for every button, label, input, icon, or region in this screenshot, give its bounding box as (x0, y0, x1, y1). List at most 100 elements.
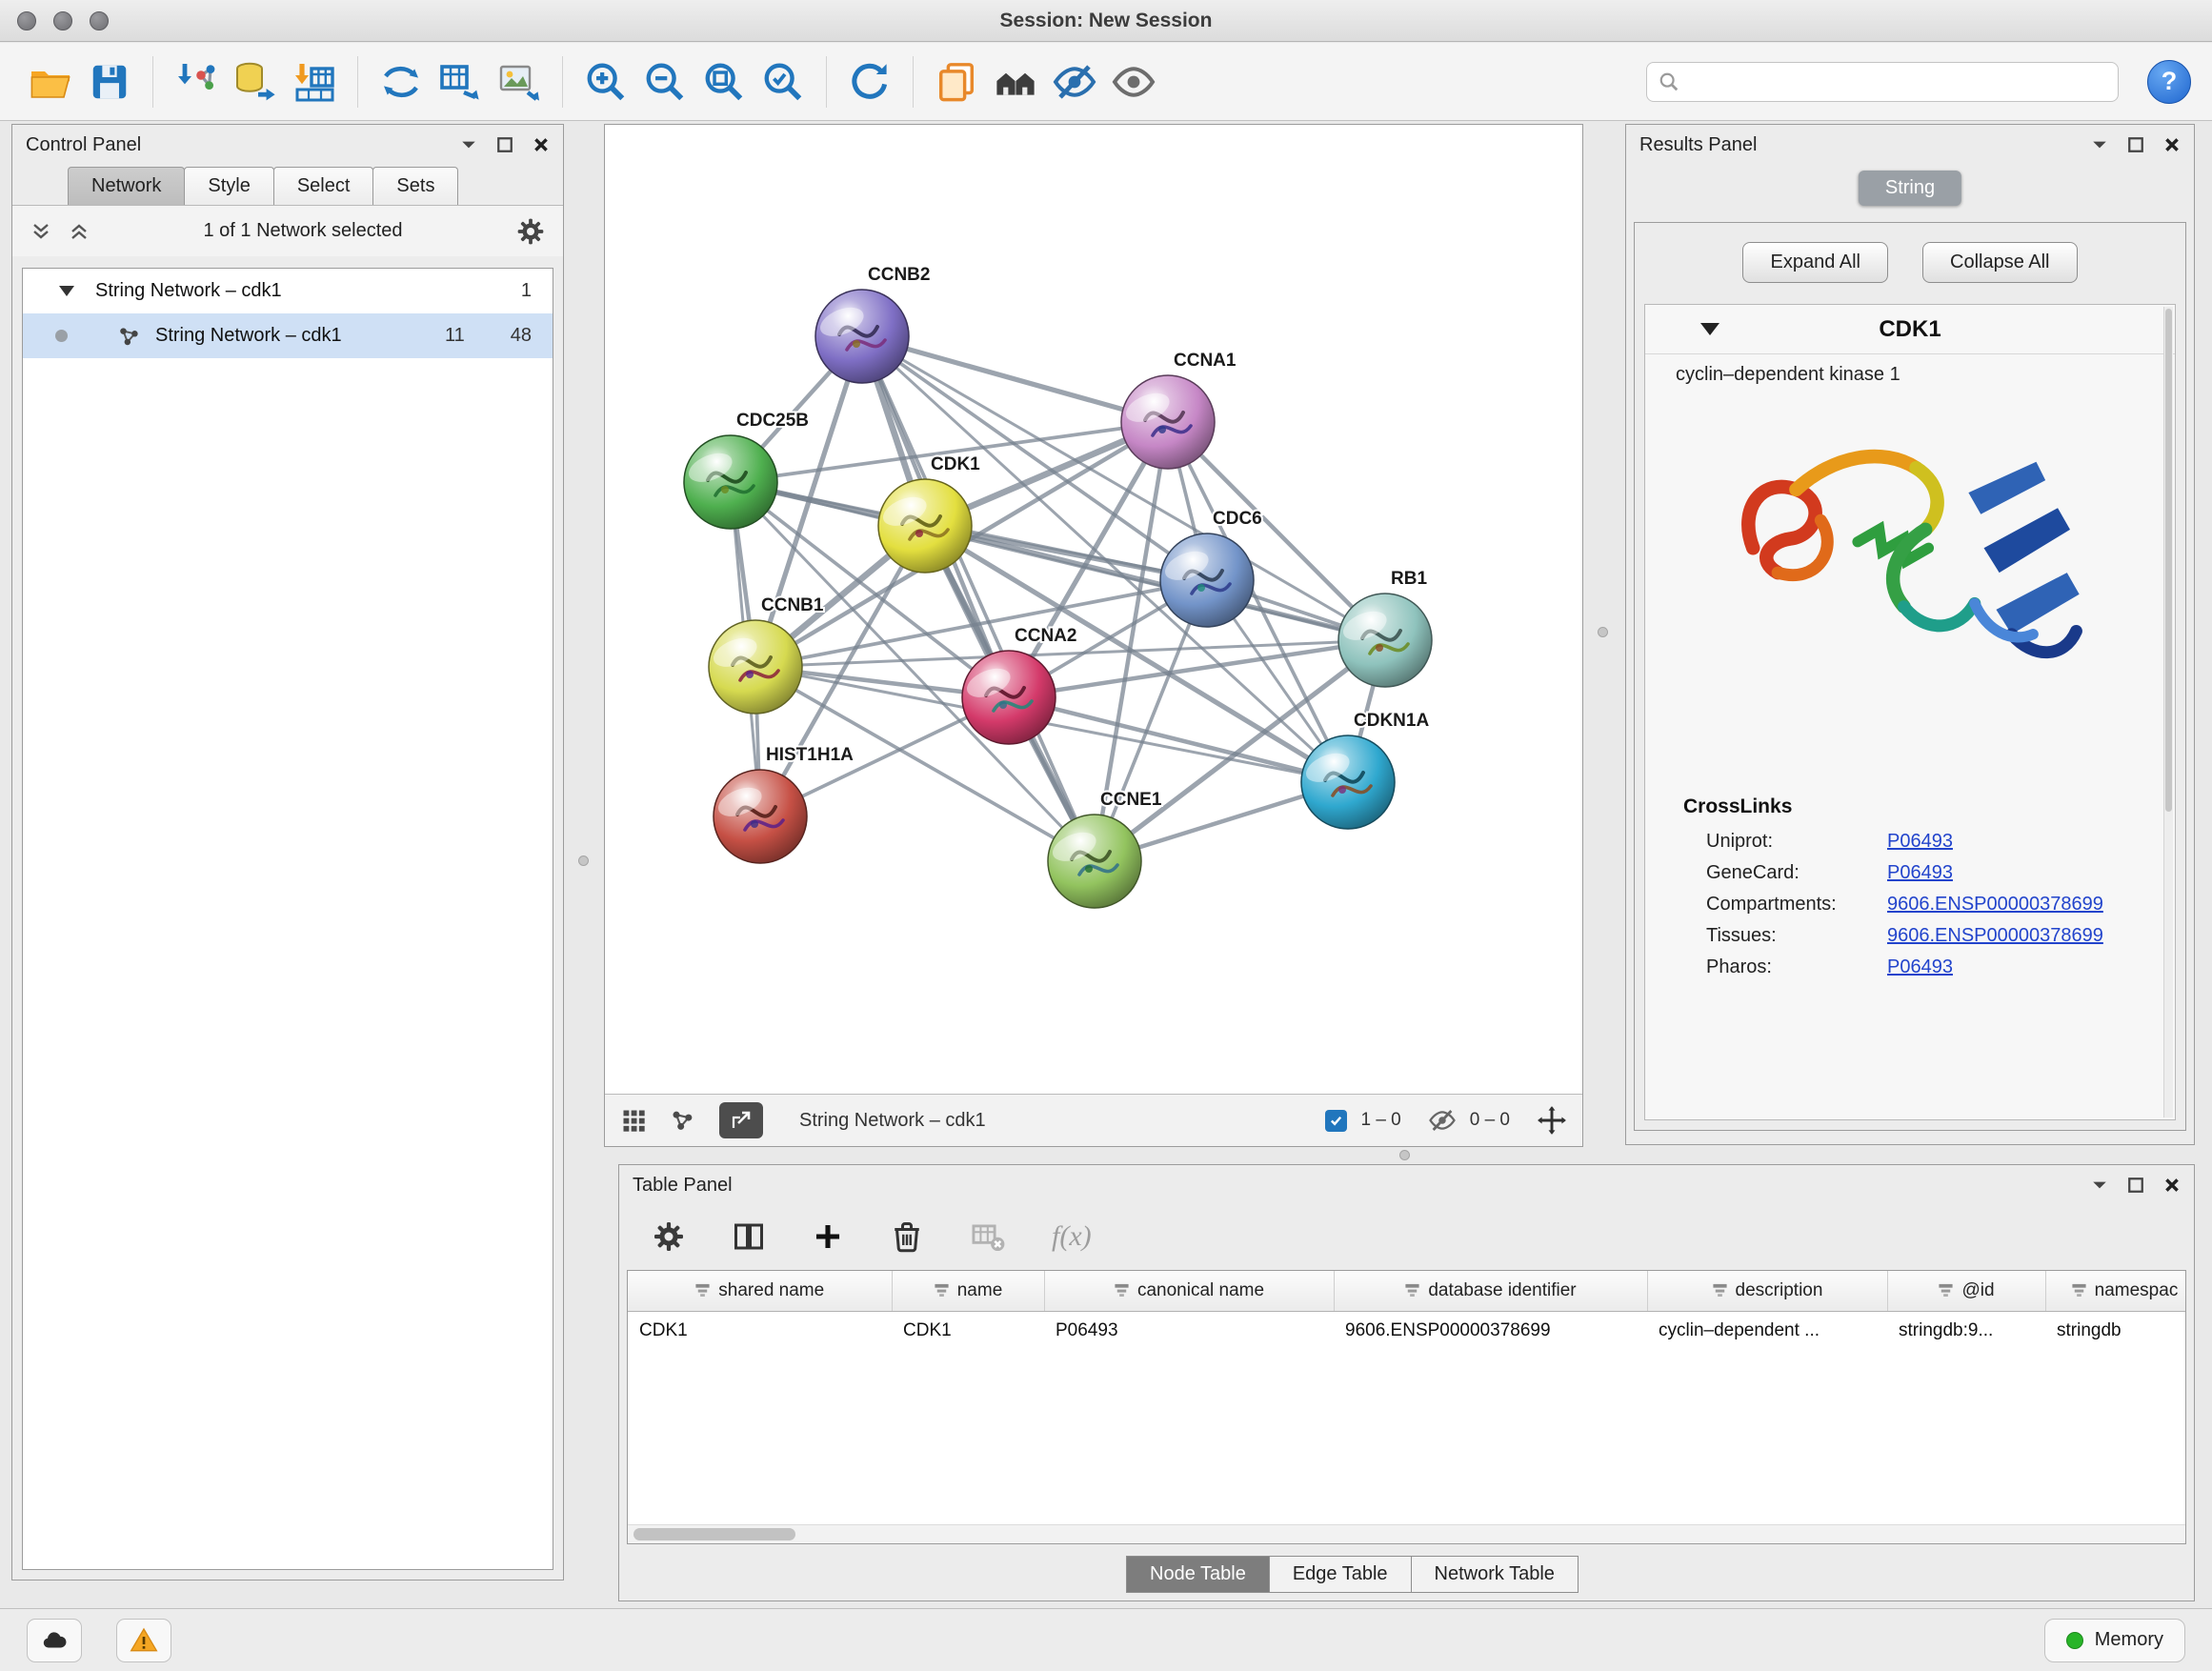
expand-all-button[interactable]: Expand All (1742, 242, 1888, 283)
collapse-all-button[interactable]: Collapse All (1922, 242, 2078, 283)
protein-section-header[interactable]: CDK1 (1645, 305, 2175, 354)
tab-edge-table[interactable]: Edge Table (1269, 1556, 1412, 1593)
minimize-window-button[interactable] (53, 11, 72, 30)
tab-select[interactable]: Select (273, 167, 374, 205)
panel-menu-icon[interactable] (2091, 1177, 2108, 1194)
column-header-namespac[interactable]: namespac (2045, 1271, 2186, 1311)
zoom-fit-button[interactable] (694, 52, 754, 111)
warnings-button[interactable] (116, 1619, 171, 1662)
delete-column-icon[interactable] (890, 1219, 924, 1254)
network-edge-CCNB2-CCNE1[interactable] (862, 336, 1095, 861)
open-session-button[interactable] (21, 52, 80, 111)
table-scrollbar-thumb[interactable] (633, 1528, 795, 1540)
column-header-database-identifier[interactable]: database identifier (1334, 1271, 1647, 1311)
expand-all-icon[interactable] (68, 220, 90, 243)
network-node-CDKN1A[interactable] (1301, 735, 1395, 829)
crosslink-link[interactable]: P06493 (1887, 862, 1953, 884)
hide-results-button[interactable] (1045, 52, 1104, 111)
disclosure-triangle-icon[interactable] (59, 286, 74, 296)
table-cell[interactable]: stringdb:9... (1887, 1311, 2045, 1350)
close-panel-icon[interactable] (2163, 136, 2181, 153)
show-results-button[interactable] (1104, 52, 1163, 111)
table-cell[interactable]: 9606.ENSP00000378699 (1334, 1311, 1647, 1350)
crosslink-link[interactable]: 9606.ENSP00000378699 (1887, 925, 2103, 947)
column-header-canonical-name[interactable]: canonical name (1044, 1271, 1334, 1311)
disclosure-triangle-icon[interactable] (1700, 323, 1719, 335)
gear-icon[interactable] (515, 216, 546, 247)
network-node-CCNA1[interactable] (1121, 375, 1215, 469)
string-home-button[interactable] (986, 52, 1045, 111)
float-panel-icon[interactable] (2127, 1177, 2144, 1194)
network-node-CDC25B[interactable] (684, 435, 777, 529)
network-node-CDK1[interactable] (878, 479, 972, 573)
results-scrollbar-thumb[interactable] (2165, 309, 2172, 812)
table-cell[interactable]: stringdb (2045, 1311, 2186, 1350)
network-row[interactable]: String Network – cdk1 11 48 (23, 313, 553, 358)
close-panel-icon[interactable] (2163, 1177, 2181, 1194)
birdseye-view-icon[interactable] (670, 1107, 696, 1134)
network-collection-row[interactable]: String Network – cdk1 1 (23, 269, 553, 313)
clone-network-button[interactable] (927, 52, 986, 111)
network-node-CCNB1[interactable] (709, 620, 802, 714)
add-column-icon[interactable] (812, 1220, 844, 1253)
export-network-button[interactable] (719, 1102, 763, 1138)
zoom-in-button[interactable] (576, 52, 635, 111)
memory-button[interactable]: Memory (2044, 1619, 2185, 1662)
network-node-CCNB2[interactable] (815, 290, 909, 383)
tab-sets[interactable]: Sets (372, 167, 458, 205)
network-node-HIST1H1A[interactable] (714, 770, 807, 863)
float-panel-icon[interactable] (496, 136, 513, 153)
crosslink-link[interactable]: P06493 (1887, 956, 1953, 978)
table-cell[interactable]: P06493 (1044, 1311, 1334, 1350)
import-network-from-database-button[interactable] (226, 52, 285, 111)
collapse-all-icon[interactable] (30, 220, 52, 243)
column-header-description[interactable]: description (1647, 1271, 1887, 1311)
tab-node-table[interactable]: Node Table (1126, 1556, 1270, 1593)
panel-menu-icon[interactable] (460, 136, 477, 153)
splitter-handle[interactable] (578, 856, 589, 866)
results-scrollbar[interactable] (2163, 307, 2173, 1117)
import-table-from-file-button[interactable] (285, 52, 344, 111)
help-button[interactable]: ? (2147, 60, 2191, 104)
table-row[interactable]: CDK1CDK1P064939606.ENSP00000378699cyclin… (628, 1311, 2186, 1350)
tab-network-table[interactable]: Network Table (1411, 1556, 1579, 1593)
network-node-RB1[interactable] (1338, 594, 1432, 687)
selected-checkbox-icon[interactable] (1325, 1110, 1347, 1132)
table-cell[interactable]: CDK1 (628, 1311, 892, 1350)
merge-networks-button[interactable] (372, 52, 431, 111)
show-columns-icon[interactable] (732, 1219, 766, 1254)
zoom-window-button[interactable] (90, 11, 109, 30)
zoom-out-button[interactable] (635, 52, 694, 111)
network-node-CCNE1[interactable] (1048, 815, 1141, 908)
splitter-handle[interactable] (1598, 627, 1608, 637)
tab-string[interactable]: String (1859, 171, 1961, 206)
network-node-CCNA2[interactable] (962, 651, 1056, 744)
pan-crosshair-icon[interactable] (1537, 1105, 1567, 1136)
panel-menu-icon[interactable] (2091, 136, 2108, 153)
column-header-name[interactable]: name (892, 1271, 1044, 1311)
column-header-shared-name[interactable]: shared name (628, 1271, 892, 1311)
hidden-eye-slash-icon[interactable] (1428, 1106, 1457, 1135)
new-network-from-table-button[interactable] (431, 52, 490, 111)
search-input[interactable] (1687, 71, 2106, 92)
grid-view-icon[interactable] (620, 1107, 647, 1134)
table-settings-gear-icon[interactable] (652, 1219, 686, 1254)
splitter-handle[interactable] (1399, 1150, 1410, 1160)
toolbar-search[interactable] (1646, 62, 2119, 102)
network-canvas[interactable]: CCNB2CCNA1CDC25BCDK1CDC6RB1CCNB1CCNA2CDK… (605, 125, 1582, 1094)
close-window-button[interactable] (17, 11, 36, 30)
tab-network[interactable]: Network (68, 167, 185, 205)
crosslink-link[interactable]: 9606.ENSP00000378699 (1887, 894, 2103, 916)
table-cell[interactable]: CDK1 (892, 1311, 1044, 1350)
import-network-from-file-button[interactable] (167, 52, 226, 111)
crosslink-link[interactable]: P06493 (1887, 831, 1953, 853)
tab-style[interactable]: Style (184, 167, 273, 205)
export-image-button[interactable] (490, 52, 549, 111)
float-panel-icon[interactable] (2127, 136, 2144, 153)
save-session-button[interactable] (80, 52, 139, 111)
cloud-status-button[interactable] (27, 1619, 82, 1662)
apply-layout-button[interactable] (840, 52, 899, 111)
table-horizontal-scrollbar[interactable] (628, 1524, 2185, 1543)
zoom-selected-button[interactable] (754, 52, 813, 111)
column-header-@id[interactable]: @id (1887, 1271, 2045, 1311)
